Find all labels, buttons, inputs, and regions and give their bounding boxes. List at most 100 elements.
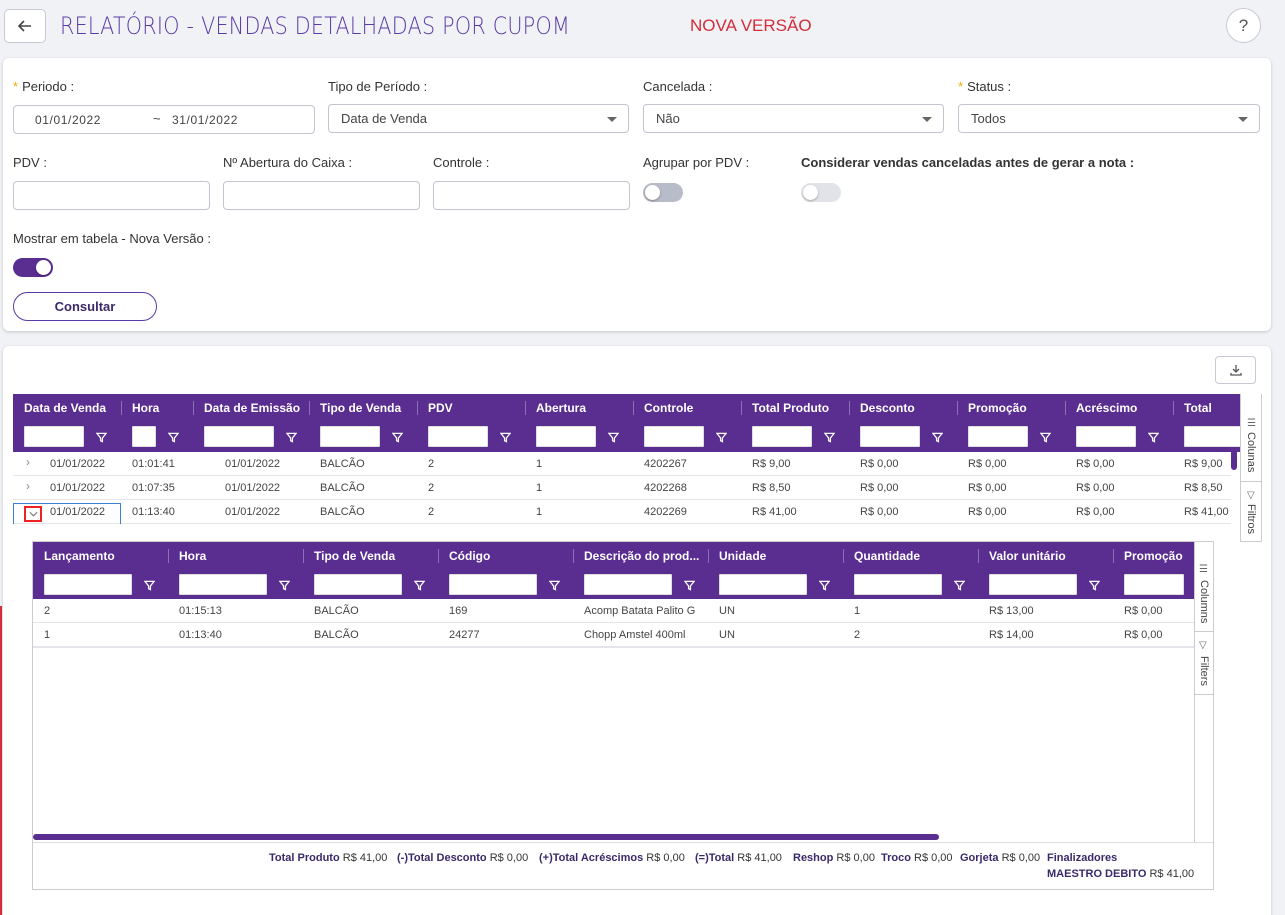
detail-filter-input-3[interactable] xyxy=(449,574,537,595)
column-separator[interactable] xyxy=(633,401,634,415)
detail-header-0[interactable]: Lançamento xyxy=(44,542,165,570)
column-separator[interactable] xyxy=(525,401,526,415)
column-separator[interactable] xyxy=(438,549,439,563)
controle-input[interactable] xyxy=(433,181,630,210)
detail-filter-input-6[interactable] xyxy=(854,574,942,595)
abertura-input[interactable] xyxy=(223,181,420,210)
considerar-toggle[interactable] xyxy=(801,183,841,202)
help-button[interactable]: ? xyxy=(1226,8,1261,43)
detail-header-2[interactable]: Tipo de Venda xyxy=(314,542,435,570)
list-item[interactable]: 1 01:13:40 BALCÃO 24277 Chopp Amstel 400ml UN… xyxy=(33,623,1195,647)
main-header-10[interactable]: Acréscimo xyxy=(1076,394,1170,422)
main-filter-input-9[interactable] xyxy=(968,426,1028,447)
filter-icon[interactable] xyxy=(95,430,108,443)
detail-header-7[interactable]: Valor unitário xyxy=(989,542,1110,570)
filter-icon[interactable] xyxy=(413,578,426,591)
detail-filter-input-4[interactable] xyxy=(584,574,672,595)
filter-icon[interactable] xyxy=(931,430,944,443)
main-header-2[interactable]: Data de Emissão xyxy=(204,394,306,422)
detail-filter-input-7[interactable] xyxy=(989,574,1077,595)
filter-icon[interactable] xyxy=(285,430,298,443)
chevron-down-icon[interactable] xyxy=(24,506,42,522)
main-filter-input-7[interactable] xyxy=(752,426,812,447)
main-header-0[interactable]: Data de Venda xyxy=(24,394,118,422)
column-separator[interactable] xyxy=(843,549,844,563)
column-separator[interactable] xyxy=(708,549,709,563)
filter-icon[interactable] xyxy=(683,578,696,591)
detail-filter-input-8[interactable] xyxy=(1124,574,1184,595)
chevron-right-icon[interactable]: › xyxy=(26,479,30,493)
main-header-7[interactable]: Total Produto xyxy=(752,394,846,422)
filter-icon[interactable] xyxy=(818,578,831,591)
filter-icon[interactable] xyxy=(143,578,156,591)
main-columns-tab[interactable]: ☰ Colunas xyxy=(1241,394,1262,482)
pdv-input[interactable] xyxy=(13,181,210,210)
filter-icon[interactable] xyxy=(715,430,728,443)
detail-filter-input-2[interactable] xyxy=(314,574,402,595)
detail-header-1[interactable]: Hora xyxy=(179,542,300,570)
filter-icon[interactable] xyxy=(1088,578,1101,591)
back-button[interactable] xyxy=(4,9,46,43)
main-filter-input-6[interactable] xyxy=(644,426,704,447)
filter-icon[interactable] xyxy=(548,578,561,591)
detail-header-8[interactable]: Promoção xyxy=(1124,542,1192,570)
main-header-1[interactable]: Hora xyxy=(132,394,190,422)
table-row[interactable]: › 01/01/2022 01:01:41 01/01/2022 BALCÃO 2 1 420… xyxy=(13,452,1231,476)
filter-icon[interactable] xyxy=(391,430,404,443)
column-separator[interactable] xyxy=(121,401,122,415)
main-filter-input-10[interactable] xyxy=(1076,426,1136,447)
filter-icon[interactable] xyxy=(167,430,180,443)
column-separator[interactable] xyxy=(417,401,418,415)
status-select[interactable]: Todos xyxy=(958,104,1260,133)
column-separator[interactable] xyxy=(1065,401,1066,415)
detail-filter-input-0[interactable] xyxy=(44,574,132,595)
main-header-4[interactable]: PDV xyxy=(428,394,522,422)
main-filter-input-11[interactable] xyxy=(1184,426,1244,447)
main-filter-input-8[interactable] xyxy=(860,426,920,447)
detail-filters-tab[interactable]: ▽ Filters xyxy=(1195,632,1213,695)
filter-icon[interactable] xyxy=(607,430,620,443)
column-separator[interactable] xyxy=(978,549,979,563)
detail-header-6[interactable]: Quantidade xyxy=(854,542,975,570)
filter-icon[interactable] xyxy=(823,430,836,443)
consultar-button[interactable]: Consultar xyxy=(13,292,157,321)
agrupar-toggle[interactable] xyxy=(643,183,683,202)
main-header-5[interactable]: Abertura xyxy=(536,394,630,422)
column-separator[interactable] xyxy=(168,549,169,563)
column-separator[interactable] xyxy=(957,401,958,415)
main-filter-input-3[interactable] xyxy=(320,426,380,447)
detail-header-5[interactable]: Unidade xyxy=(719,542,840,570)
mostrar-toggle[interactable] xyxy=(13,258,53,277)
column-separator[interactable] xyxy=(1173,401,1174,415)
table-row[interactable]: 01/01/2022 01:13:40 01/01/2022 BALCÃO 2 1 4202… xyxy=(13,500,1231,524)
column-separator[interactable] xyxy=(849,401,850,415)
main-grid-scrollbar[interactable] xyxy=(1231,450,1237,470)
column-separator[interactable] xyxy=(309,401,310,415)
detail-filter-input-1[interactable] xyxy=(179,574,267,595)
column-separator[interactable] xyxy=(303,549,304,563)
tipo-periodo-select[interactable]: Data de Venda xyxy=(328,104,629,133)
filter-icon[interactable] xyxy=(499,430,512,443)
periodo-start[interactable]: 01/01/2022 xyxy=(35,113,101,127)
periodo-end[interactable]: 31/01/2022 xyxy=(172,113,238,127)
detail-header-3[interactable]: Código xyxy=(449,542,570,570)
filter-icon[interactable] xyxy=(953,578,966,591)
main-filters-tab[interactable]: ▽ Filtros xyxy=(1241,482,1262,542)
column-separator[interactable] xyxy=(741,401,742,415)
main-header-8[interactable]: Desconto xyxy=(860,394,954,422)
chevron-right-icon[interactable]: › xyxy=(26,455,30,469)
main-header-3[interactable]: Tipo de Venda xyxy=(320,394,414,422)
main-filter-input-4[interactable] xyxy=(428,426,488,447)
main-filter-input-2[interactable] xyxy=(204,426,274,447)
column-separator[interactable] xyxy=(193,401,194,415)
download-button[interactable] xyxy=(1215,356,1256,384)
main-header-6[interactable]: Controle xyxy=(644,394,738,422)
main-header-9[interactable]: Promoção xyxy=(968,394,1062,422)
detail-columns-tab[interactable]: ☰ Columns xyxy=(1195,542,1213,632)
detail-header-4[interactable]: Descrição do prod... xyxy=(584,542,705,570)
column-separator[interactable] xyxy=(573,549,574,563)
list-item[interactable]: 2 01:15:13 BALCÃO 169 Acomp Batata Palito G U… xyxy=(33,599,1195,623)
column-separator[interactable] xyxy=(1113,549,1114,563)
filter-icon[interactable] xyxy=(278,578,291,591)
main-filter-input-1[interactable] xyxy=(132,426,156,447)
